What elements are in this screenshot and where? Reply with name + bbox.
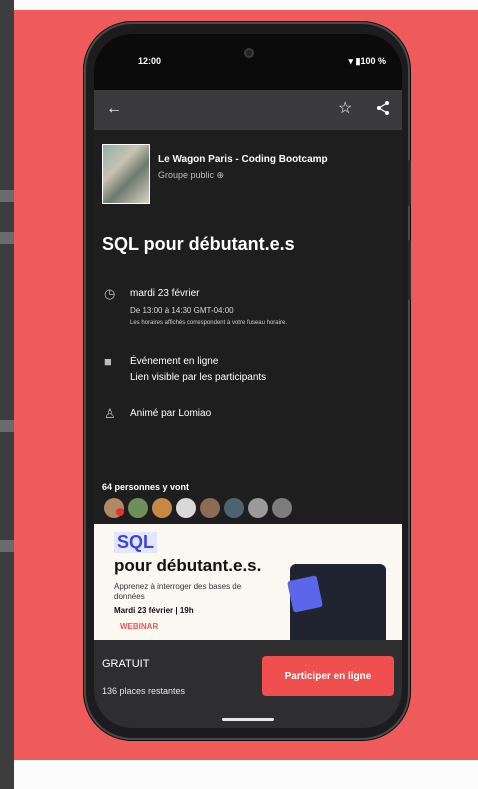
strip-segment (0, 540, 14, 552)
places-remaining: 136 places restantes (102, 686, 186, 696)
group-name[interactable]: Le Wagon Paris - Coding Bootcamp (158, 154, 328, 165)
back-arrow-icon[interactable]: ← (106, 100, 122, 118)
location-title: Événement en ligne (130, 356, 219, 367)
phone-screen: 12:00 ▾ ▮100 % ← ☆ Le Wagon Paris - Codi… (94, 34, 402, 728)
star-icon[interactable]: ☆ (338, 100, 352, 118)
battery-indicator: ▾ ▮100 % (348, 56, 387, 66)
share-icon[interactable] (376, 100, 390, 121)
banner-sql: SQL (114, 532, 158, 553)
event-host[interactable]: Animé par Lomiao (130, 408, 211, 419)
power-button (408, 240, 411, 300)
avatar (272, 498, 292, 518)
database-icon (287, 575, 323, 613)
timezone-note: Les horaires affichés correspondent à vo… (130, 320, 287, 326)
event-banner: SQL pour débutant.e.s. Apprenez à interr… (94, 524, 402, 640)
left-edge-strip (0, 0, 14, 789)
status-time: 12:00 (138, 56, 162, 66)
group-photo[interactable] (102, 144, 150, 204)
avatar (224, 498, 244, 518)
banner-tag: WEBINAR (120, 622, 159, 631)
home-indicator[interactable] (222, 718, 274, 721)
banner-title: pour débutant.e.s. (114, 556, 262, 575)
rsvp-bar: GRATUIT 136 places restantes Participer … (94, 640, 402, 728)
top-band (14, 0, 478, 10)
banner-subtitle: Apprenez à interroger des bases de donné… (114, 582, 242, 601)
share-icon-svg (377, 101, 389, 115)
avatar-badge (116, 508, 124, 516)
app-bar: ← ☆ (94, 90, 402, 130)
strip-segment (0, 232, 14, 244)
avatar (200, 498, 220, 518)
attendee-count[interactable]: 64 personnes y vont (102, 482, 189, 492)
bottom-band (14, 760, 478, 789)
location-subtitle: Lien visible par les participants (130, 372, 267, 383)
event-date: mardi 23 février (130, 288, 200, 299)
avatar (128, 498, 148, 518)
event-price: GRATUIT (102, 658, 150, 670)
avatar (176, 498, 196, 518)
clock-icon: ◷ (104, 286, 116, 301)
strip-segment (0, 190, 14, 202)
volume-button (408, 160, 411, 206)
event-time: De 13:00 à 14:30 GMT-04:00 (130, 306, 234, 315)
join-online-button[interactable]: Participer en ligne (262, 656, 394, 696)
event-details: Le Wagon Paris - Coding Bootcamp Groupe … (94, 130, 402, 524)
avatar (152, 498, 172, 518)
camera-icon (244, 48, 254, 58)
avatar (248, 498, 268, 518)
banner-date: Mardi 23 février | 19h (114, 606, 194, 615)
status-bar: 12:00 ▾ ▮100 % (94, 34, 402, 86)
group-type: Groupe public ⊕ (158, 170, 225, 180)
strip-segment (0, 420, 14, 432)
video-camera-icon: ■ (104, 354, 112, 369)
person-icon: ♙ (104, 406, 116, 421)
event-title: SQL pour débutant.e.s (102, 234, 295, 254)
